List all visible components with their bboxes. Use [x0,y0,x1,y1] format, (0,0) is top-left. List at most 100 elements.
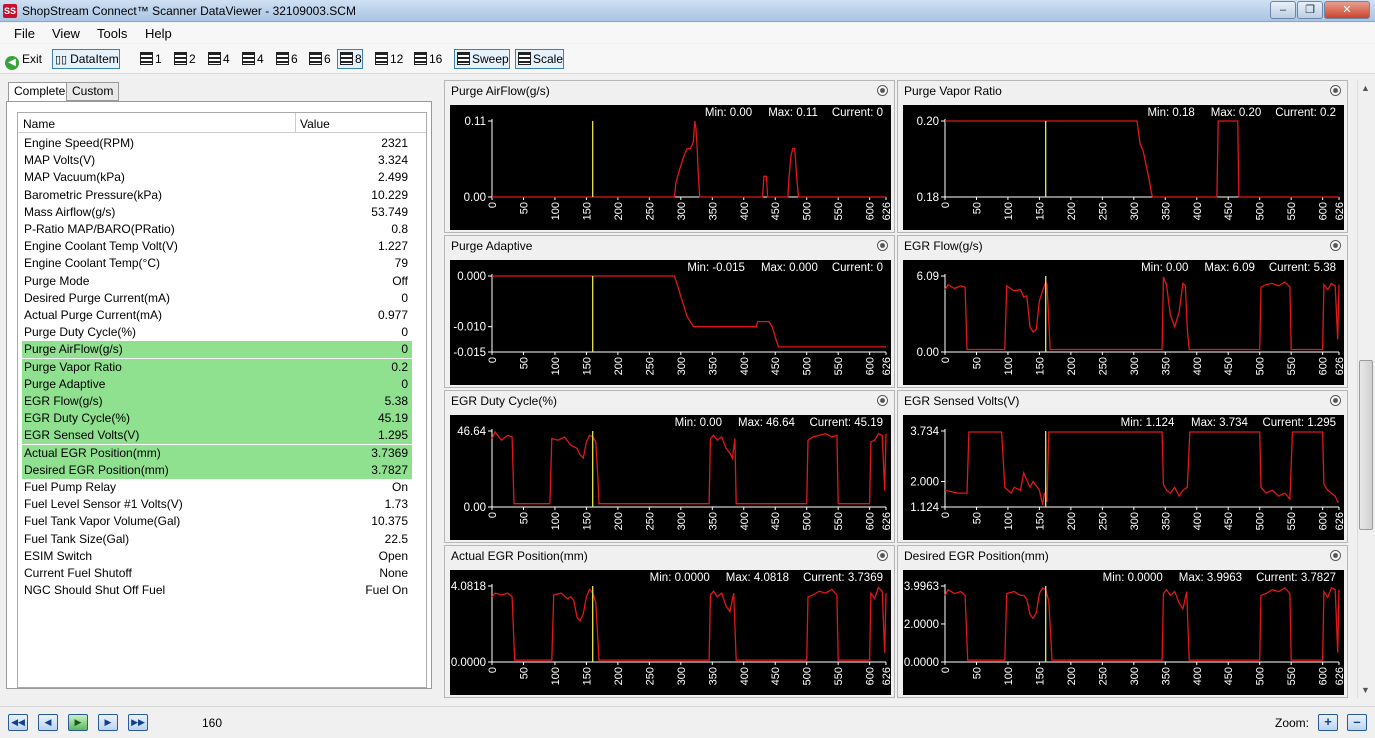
chart-panel[interactable]: Purge AirFlow(g/s) Min: 0.00 Max: 0.11 Curr… [444,80,895,233]
table-row[interactable]: Current Fuel Shutoff None [22,565,412,582]
table-row[interactable]: Purge Duty Cycle(%) 0 [22,324,412,341]
table-row[interactable]: Purge AirFlow(g/s) 0 [22,341,412,359]
first-frame-button[interactable]: ◀◀ [8,714,28,731]
layout-4-button[interactable]: 4 [205,49,231,69]
table-row[interactable]: Barometric Pressure(kPa) 10.229 [22,187,412,204]
zoom-in-button[interactable]: + [1318,714,1338,731]
layout-6b-button[interactable]: 6 [306,49,332,69]
column-divider[interactable] [295,113,296,133]
layout-1-button[interactable]: 1 [137,49,163,69]
table-row[interactable]: Engine Coolant Temp(°C) 79 [22,255,412,272]
y-tick-label: 3.734 [910,426,939,438]
table-row[interactable]: Engine Speed(RPM) 2321 [22,135,412,152]
table-row[interactable]: EGR Duty Cycle(%) 45.19 [22,410,412,428]
table-row[interactable]: Fuel Level Sensor #1 Volts(V) 1.73 [22,496,412,513]
table-row[interactable]: Purge Adaptive 0 [22,375,412,393]
chart-plot[interactable]: Min: 0.00 Max: 0.11 Current: 0 0.11 0.000 50 1… [450,105,891,230]
x-tick-label: 300 [1129,357,1141,375]
row-value: Open [378,548,408,563]
x-tick-label: 100 [1003,202,1015,220]
scroll-down-icon[interactable]: ▼ [1361,685,1370,695]
table-row[interactable]: Actual EGR Position(mm) 3.7369 [22,444,412,462]
chart-plot[interactable]: Min: 0.18 Max: 0.20 Current: 0.2 0.20 0.180 5… [903,105,1344,230]
table-row[interactable]: EGR Sensed Volts(V) 1.295 [22,427,412,445]
chart-plot[interactable]: Min: 0.00 Max: 46.64 Current: 45.19 46.64 0.… [450,415,891,540]
layout-8-button[interactable]: 8 [337,49,363,69]
chart-select-radio-icon[interactable] [1330,550,1341,561]
chart-panel[interactable]: EGR Sensed Volts(V) Min: 1.124 Max: 3.734 C… [897,390,1348,543]
chart-select-radio-icon[interactable] [877,85,888,96]
last-frame-button[interactable]: ▶▶ [128,714,148,731]
row-name: Desired Purge Current(mA) [24,290,171,305]
play-button[interactable]: ▶ [68,714,88,731]
table-row[interactable]: Desired Purge Current(mA) 0 [22,290,412,307]
x-tick-label: 550 [1286,667,1298,685]
table-row[interactable]: ESIM Switch Open [22,548,412,565]
column-header-value[interactable]: Value [300,117,330,131]
layout-4b-button[interactable]: 4 [239,49,265,69]
table-row[interactable]: Purge Mode Off [22,273,412,290]
table-row[interactable]: Mass Airflow(g/s) 53.749 [22,204,412,221]
table-row[interactable]: P-Ratio MAP/BARO(PRatio) 0.8 [22,221,412,238]
layout-16-button[interactable]: 16 [411,49,443,69]
chart-select-radio-icon[interactable] [1330,85,1341,96]
x-tick-label: 150 [1034,667,1046,685]
scale-button[interactable]: Scale [515,49,565,69]
minimize-button[interactable]: – [1270,1,1296,19]
x-tick-label: 550 [833,202,845,220]
chart-panel[interactable]: EGR Flow(g/s) Min: 0.00 Max: 6.09 Current: … [897,235,1348,388]
table-row[interactable]: Fuel Tank Size(Gal) 22.5 [22,531,412,548]
tab-complete[interactable]: Complete [8,82,72,102]
chart-select-radio-icon[interactable] [1330,240,1341,251]
charts-scrollbar[interactable]: ▲ ▼ [1357,80,1373,698]
table-row[interactable]: Desired EGR Position(mm) 3.7827 [22,461,412,479]
chart-plot[interactable]: Min: 1.124 Max: 3.734 Current: 1.295 3.734 2… [903,415,1344,540]
menu-tools[interactable]: Tools [97,26,127,41]
chart-title: EGR Sensed Volts(V) [904,394,1020,408]
scrollbar-thumb[interactable] [1359,360,1373,530]
chart-plot[interactable]: Min: 0.00 Max: 6.09 Current: 5.38 6.09 0.000… [903,260,1344,385]
layout-12-button[interactable]: 12 [372,49,404,69]
chart-select-radio-icon[interactable] [877,240,888,251]
chart-select-radio-icon[interactable] [877,395,888,406]
exit-button[interactable]: ◀ Exit [2,49,43,70]
menu-bar: File View Tools Help [0,23,1375,43]
chart-panel[interactable]: Actual EGR Position(mm) Min: 0.0000 Max: 4… [444,545,895,698]
chart-panel[interactable]: Desired EGR Position(mm) Min: 0.0000 Max: … [897,545,1348,698]
close-button[interactable]: ✕ [1324,1,1370,19]
table-row[interactable]: NGC Should Shut Off Fuel Fuel On [22,582,412,599]
prev-frame-button[interactable]: ◀ [38,714,58,731]
layout-6-button[interactable]: 6 [273,49,299,69]
menu-file[interactable]: File [14,26,35,41]
table-row[interactable]: Fuel Tank Vapor Volume(Gal) 10.375 [22,513,412,530]
sweep-button[interactable]: Sweep [454,49,510,69]
chart-plot[interactable]: Min: 0.0000 Max: 4.0818 Current: 3.7369 4.0… [450,570,891,695]
table-row[interactable]: MAP Vacuum(kPa) 2.499 [22,169,412,186]
layout-2-button[interactable]: 2 [171,49,197,69]
table-row[interactable]: MAP Volts(V) 3.324 [22,152,412,169]
table-row[interactable]: Purge Vapor Ratio 0.2 [22,358,412,376]
table-row[interactable]: Engine Coolant Temp Volt(V) 1.227 [22,238,412,255]
chart-panel[interactable]: Purge Adaptive Min: -0.015 Max: 0.000 Curre… [444,235,895,388]
next-frame-button[interactable]: ▶ [98,714,118,731]
chart-select-radio-icon[interactable] [877,550,888,561]
table-row[interactable]: Actual Purge Current(mA) 0.977 [22,307,412,324]
menu-help[interactable]: Help [145,26,172,41]
scale-icon [518,52,531,65]
table-row[interactable]: Fuel Pump Relay On [22,479,412,496]
x-tick-label: 450 [1223,357,1235,375]
zoom-out-button[interactable]: – [1347,714,1367,731]
scroll-up-icon[interactable]: ▲ [1361,83,1370,93]
dataitem-button[interactable]: ▯▯ DataItem [52,49,120,69]
chart-plot[interactable]: Min: 0.0000 Max: 3.9963 Current: 3.7827 3.9… [903,570,1344,695]
chart-panel[interactable]: EGR Duty Cycle(%) Min: 0.00 Max: 46.64 Curr… [444,390,895,543]
chart-panel[interactable]: Purge Vapor Ratio Min: 0.18 Max: 0.20 Curre… [897,80,1348,233]
column-header-name[interactable]: Name [23,117,55,131]
chart-min-text: Min: 0.0000 [1103,572,1163,584]
table-row[interactable]: EGR Flow(g/s) 5.38 [22,393,412,410]
chart-plot[interactable]: Min: -0.015 Max: 0.000 Current: 0 0.000 -0.0… [450,260,891,385]
tab-custom[interactable]: Custom [66,82,120,101]
chart-select-radio-icon[interactable] [1330,395,1341,406]
menu-view[interactable]: View [52,26,80,41]
maximize-button[interactable]: ❐ [1297,1,1323,19]
